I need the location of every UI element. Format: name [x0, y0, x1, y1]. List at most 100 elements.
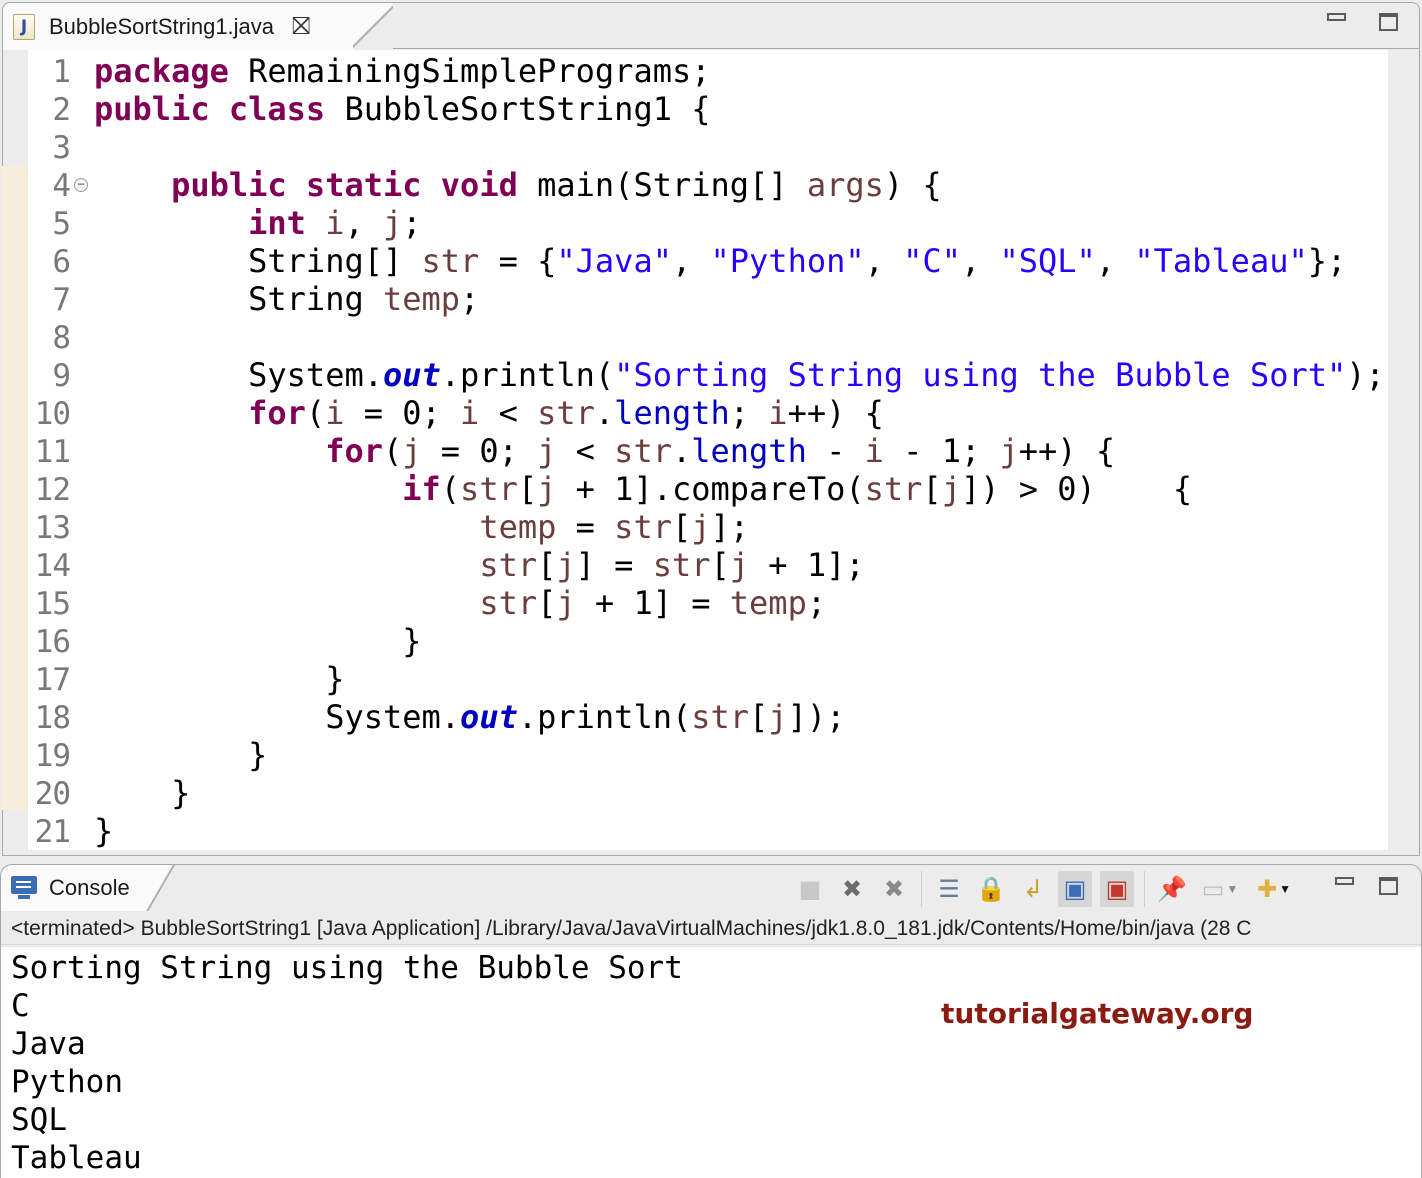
- dropdown-arrow-icon[interactable]: ▼: [1226, 882, 1238, 896]
- scroll-lock-button[interactable]: 🔒: [974, 871, 1008, 907]
- code-text: if(str[j + 1].compareTo(str[j]) > 0) {: [86, 470, 1192, 508]
- variable-token: temp: [729, 584, 807, 622]
- minimize-icon[interactable]: [1327, 13, 1346, 21]
- open-console-icon: ✚: [1257, 875, 1278, 903]
- code-token: ,: [1095, 242, 1135, 280]
- code-line[interactable]: 2 public class BubbleSortString1 {: [28, 90, 1388, 128]
- keyword-token: if: [402, 470, 441, 508]
- code-line[interactable]: 21}: [28, 812, 1388, 850]
- code-text: System.out.println("Sorting String using…: [86, 356, 1385, 394]
- code-token: ]);: [787, 698, 846, 736]
- code-line[interactable]: 10 for(i = 0; i < str.length; i++) {: [28, 394, 1388, 432]
- variable-token: j: [691, 508, 711, 546]
- variable-token: args: [806, 166, 884, 204]
- open-console-button[interactable]: ✚ ▼: [1251, 871, 1297, 907]
- line-number: 2: [52, 92, 71, 128]
- line-number: 5: [52, 206, 71, 242]
- display-selected-console-button[interactable]: ▭ ▼: [1197, 871, 1243, 907]
- code-token: RemainingSimplePrograms;: [228, 52, 711, 90]
- code-text: String[] str = {"Java", "Python", "C", "…: [86, 242, 1346, 280]
- code-token: (: [305, 394, 326, 432]
- clear-console-button[interactable]: ☰: [932, 871, 966, 907]
- show-console-on-stderr-button[interactable]: ▣: [1100, 871, 1134, 907]
- variable-token: j: [537, 470, 557, 508]
- code-line[interactable]: 1 package RemainingSimplePrograms;: [28, 52, 1388, 90]
- code-line[interactable]: 3: [28, 128, 1388, 166]
- code-line[interactable]: 19 }: [28, 736, 1388, 774]
- variable-token: str: [537, 394, 595, 432]
- terminate-button[interactable]: ■: [793, 871, 827, 907]
- code-line[interactable]: 7 String temp;: [28, 280, 1388, 318]
- code-line[interactable]: 4− public static void main(String[] args…: [28, 166, 1388, 204]
- code-token: };: [1307, 242, 1347, 280]
- remove-launch-button[interactable]: ✖: [835, 871, 869, 907]
- maximize-icon[interactable]: [1379, 13, 1398, 31]
- code-token: BubbleSortString1 {: [325, 90, 711, 128]
- code-token: ;: [729, 394, 769, 432]
- code-line[interactable]: 13 temp = str[j];: [28, 508, 1388, 546]
- code-token: ;: [460, 280, 480, 318]
- variable-token: str: [691, 698, 750, 736]
- code-line[interactable]: 12 if(str[j + 1].compareTo(str[j]) > 0) …: [28, 470, 1388, 508]
- variable-token: j: [556, 546, 576, 584]
- code-token: ++) {: [1018, 432, 1116, 470]
- fold-collapse-icon[interactable]: −: [74, 178, 88, 192]
- show-console-on-stdout-button[interactable]: ▣: [1058, 871, 1092, 907]
- line-number: 14: [34, 548, 71, 584]
- code-token: [: [537, 546, 557, 584]
- code-line[interactable]: 9 System.out.println("Sorting String usi…: [28, 356, 1388, 394]
- code-line[interactable]: 20 }: [28, 774, 1388, 812]
- code-token: .println(: [440, 356, 615, 394]
- editor-scrollbar[interactable]: [1390, 52, 1418, 852]
- clear-console-icon: ☰: [938, 875, 960, 903]
- console-tab[interactable]: Console: [1, 865, 175, 911]
- code-text: }: [86, 660, 344, 698]
- code-line[interactable]: 5 int i, j;: [28, 204, 1388, 242]
- console-icon: [11, 876, 37, 900]
- line-number: 21: [34, 814, 71, 850]
- console-output[interactable]: Sorting String using the Bubble Sort C Jav…: [1, 947, 1421, 1178]
- java-file-icon: J: [13, 13, 35, 40]
- dropdown-arrow-icon[interactable]: ▼: [1279, 882, 1291, 896]
- code-token: }: [94, 774, 191, 812]
- code-text: System.out.println(str[j]);: [86, 698, 845, 736]
- word-wrap-button[interactable]: ↲: [1016, 871, 1050, 907]
- variable-token: str: [652, 546, 711, 584]
- keyword-token: for: [248, 394, 306, 432]
- editor-tab[interactable]: J BubbleSortString1.java ⛝: [3, 3, 393, 50]
- code-token: (: [440, 470, 461, 508]
- line-number: 12: [34, 472, 71, 508]
- code-text: temp = str[j];: [86, 508, 749, 546]
- code-token: String: [94, 280, 383, 318]
- code-line[interactable]: 18 System.out.println(str[j]);: [28, 698, 1388, 736]
- code-token: -: [806, 432, 865, 470]
- code-line[interactable]: 8: [28, 318, 1388, 356]
- close-icon[interactable]: ⛝: [292, 14, 310, 39]
- toolbar-separator: [1144, 871, 1145, 907]
- code-line[interactable]: 11 for(j = 0; j < str.length - i - 1; j+…: [28, 432, 1388, 470]
- code-text: int i, j;: [86, 204, 421, 242]
- code-text: public static void main(String[] args) {: [86, 166, 942, 204]
- console-status: <terminated> BubbleSortString1 [Java App…: [1, 913, 1421, 945]
- keyword-token: int: [248, 204, 306, 242]
- keyword-token: for: [325, 432, 383, 470]
- code-text: }: [86, 774, 190, 812]
- code-line[interactable]: 14 str[j] = str[j + 1];: [28, 546, 1388, 584]
- toolbar-separator: [921, 871, 922, 907]
- code-text: for(i = 0; i < str.length; i++) {: [86, 394, 884, 432]
- field-token: length: [614, 394, 730, 432]
- console-maximize-icon[interactable]: [1379, 877, 1398, 895]
- code-token: - 1;: [883, 432, 1000, 470]
- code-line[interactable]: 17 }: [28, 660, 1388, 698]
- console-minimize-icon[interactable]: [1335, 877, 1354, 885]
- code-line[interactable]: 16 }: [28, 622, 1388, 660]
- pin-console-button[interactable]: 📌: [1155, 871, 1189, 907]
- code-line[interactable]: 15 str[j + 1] = temp;: [28, 584, 1388, 622]
- code-line[interactable]: 6 String[] str = {"Java", "Python", "C",…: [28, 242, 1388, 280]
- code-token: );: [1346, 356, 1385, 394]
- remove-all-terminated-button[interactable]: ✖: [877, 871, 911, 907]
- pin-console-icon: 📌: [1157, 875, 1187, 903]
- variable-token: str: [479, 546, 538, 584]
